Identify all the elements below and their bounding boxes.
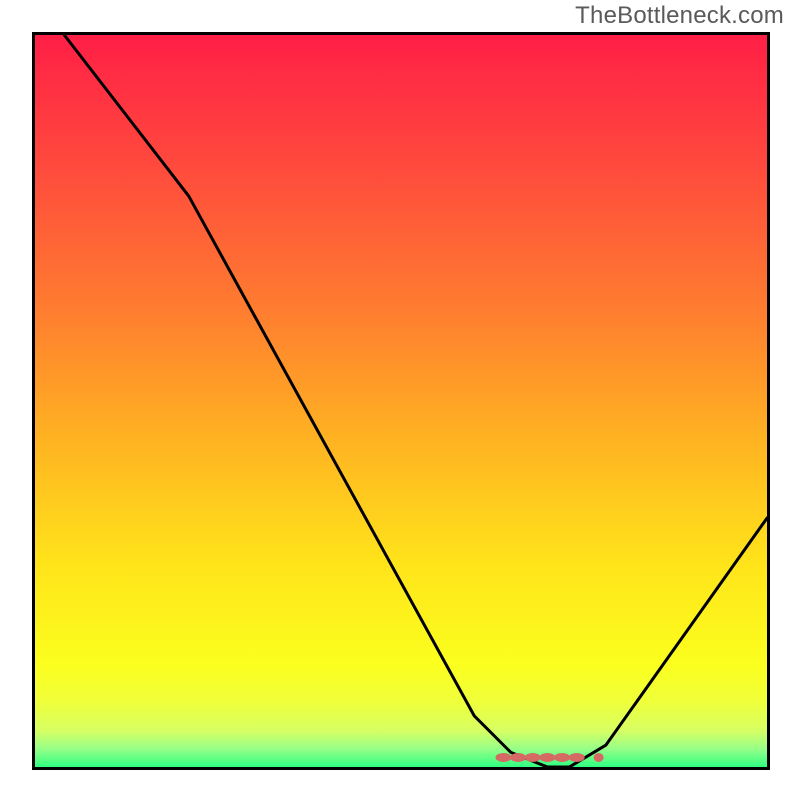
optimal-marker	[495, 753, 511, 762]
optimal-marker	[510, 753, 526, 762]
optimal-marker	[525, 753, 541, 762]
chart-root: TheBottleneck.com	[0, 0, 800, 800]
chart-svg	[35, 35, 767, 767]
optimal-marker	[539, 753, 555, 762]
gradient-background	[35, 35, 767, 767]
plot-area	[32, 32, 770, 770]
optimal-marker	[554, 753, 570, 762]
watermark-text: TheBottleneck.com	[575, 2, 784, 30]
optimal-marker	[569, 753, 585, 762]
optimal-marker	[594, 753, 604, 762]
